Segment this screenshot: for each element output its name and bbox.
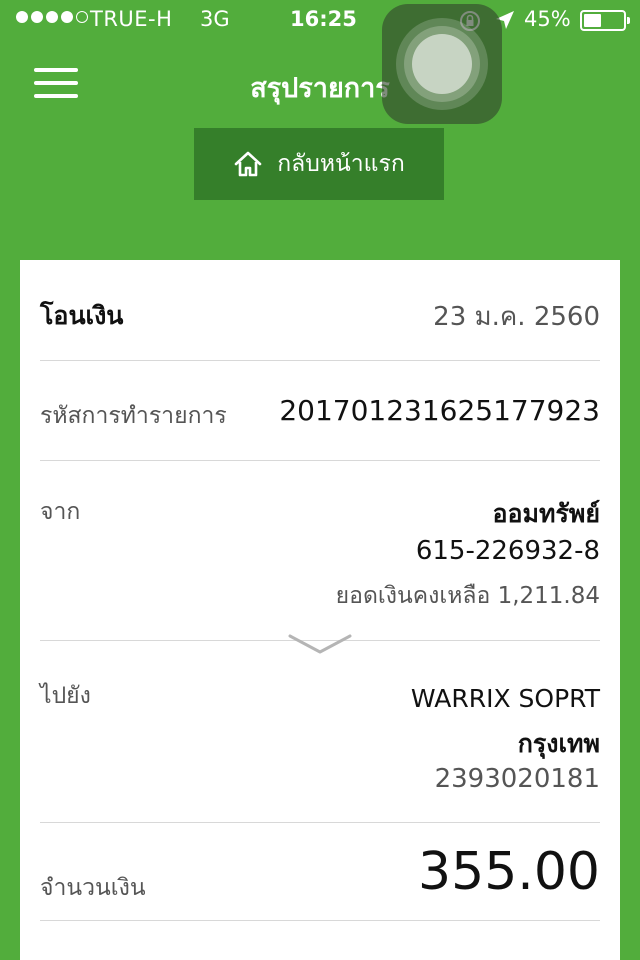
network-type: 3G (200, 7, 230, 31)
status-time: 16:25 (290, 7, 357, 31)
transaction-type: โอนเงิน (40, 301, 124, 330)
amount-label: จำนวนเงิน (40, 875, 146, 901)
transaction-date: 23 ม.ค. 2560 (433, 302, 600, 332)
reference-row: รหัสการทำรายการ 201701231625177923 (40, 394, 600, 434)
back-to-home-button[interactable]: กลับหน้าแรก (194, 128, 444, 200)
battery-percent: 45% (524, 7, 571, 31)
carrier-name: TRUE-H (90, 7, 173, 31)
chevron-down-icon (288, 634, 352, 654)
page-title: สรุปรายการ (250, 73, 390, 104)
from-account-balance: ยอดเงินคงเหลือ 1,211.84 (335, 583, 600, 609)
divider (40, 920, 600, 921)
to-label: ไปยัง (40, 683, 91, 709)
transaction-type-row: โอนเงิน 23 ม.ค. 2560 (40, 296, 600, 336)
reference-label: รหัสการทำรายการ (40, 403, 227, 429)
from-label: จาก (40, 499, 81, 525)
from-account-row: จาก ออมทรัพย์ 615-226932-8 ยอดเงินคงเหลื… (40, 494, 600, 614)
from-account-number: 615-226932-8 (415, 536, 600, 566)
to-bank-name: กรุงเทพ (517, 729, 600, 758)
battery-icon (580, 10, 630, 31)
divider (40, 822, 600, 823)
divider (40, 460, 600, 461)
divider (40, 360, 600, 361)
from-account-name: ออมทรัพย์ (492, 499, 600, 528)
signal-strength-icon (16, 11, 88, 23)
back-to-home-label: กลับหน้าแรก (277, 151, 405, 177)
status-bar: TRUE-H 3G 16:25 45% (0, 0, 640, 40)
transaction-summary-card: โอนเงิน 23 ม.ค. 2560 รหัสการทำรายการ 201… (20, 260, 620, 960)
nav-bar: สรุปรายการ (0, 40, 640, 130)
reference-number: 201701231625177923 (279, 394, 600, 427)
to-account-number: 2393020181 (434, 764, 600, 794)
to-recipient-name: WARRIX SOPRT (410, 684, 600, 713)
home-icon (234, 151, 262, 177)
to-account-row: ไปยัง WARRIX SOPRT กรุงเทพ 2393020181 (40, 678, 600, 808)
amount-value: 355.00 (418, 842, 600, 902)
assistive-touch-button[interactable] (382, 4, 502, 124)
amount-row: จำนวนเงิน 355.00 (40, 842, 600, 912)
